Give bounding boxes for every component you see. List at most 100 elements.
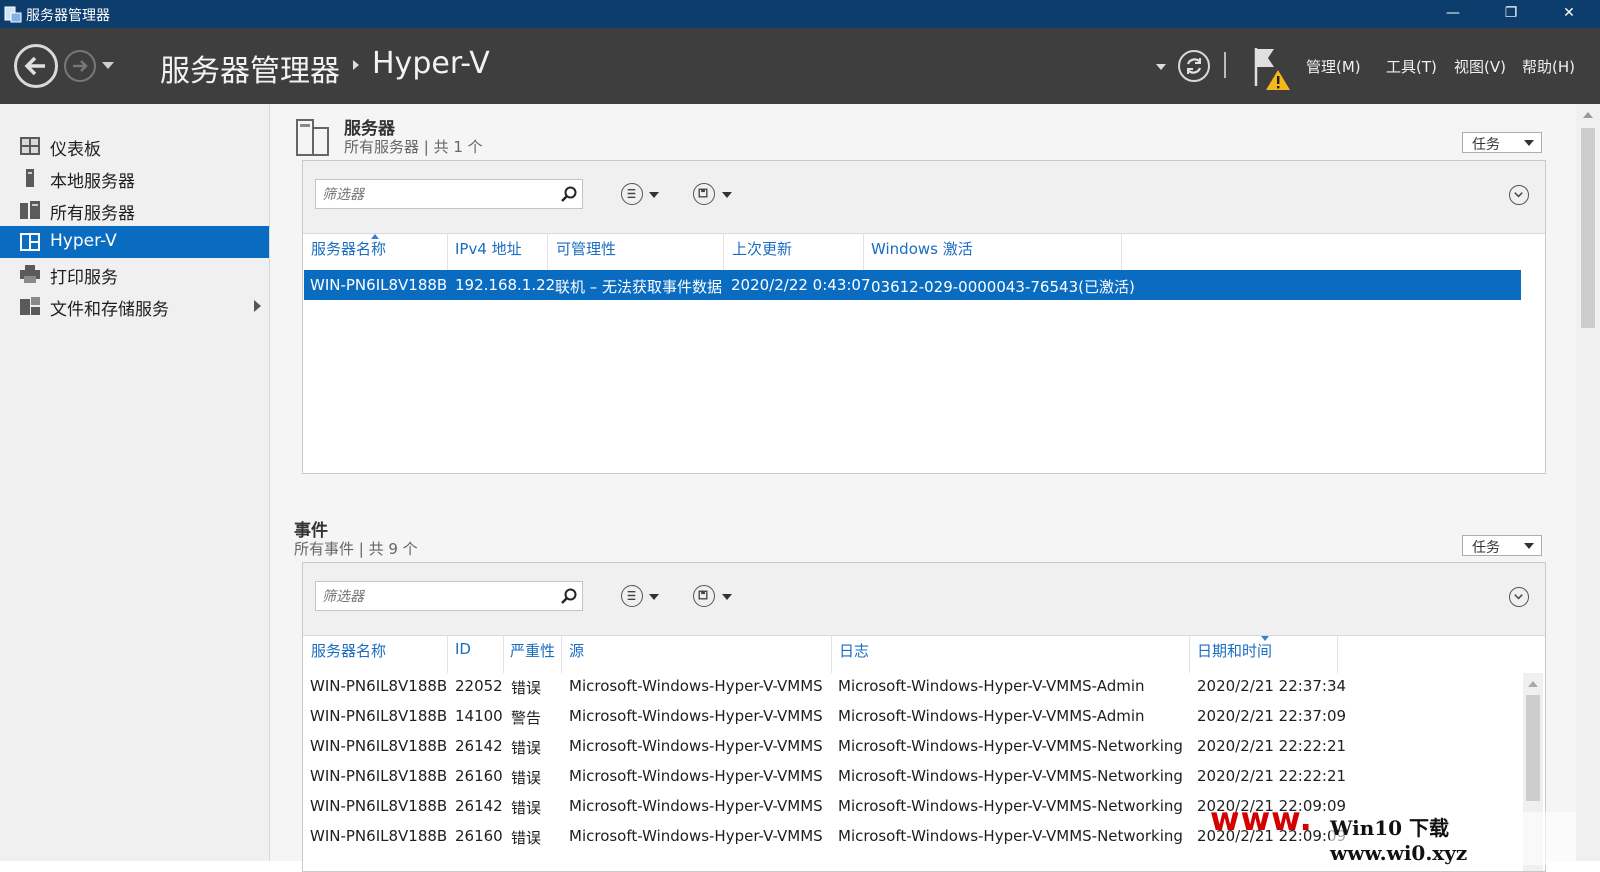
- server-manager-app-icon: [4, 6, 22, 23]
- cell-date-time: 2020/2/21 22:22:21: [1197, 737, 1347, 755]
- hyperv-icon: [20, 233, 40, 251]
- cell-log: Microsoft-Windows-Hyper-V-VMMS-Networkin…: [838, 737, 1183, 755]
- cell-log: Microsoft-Windows-Hyper-V-VMMS-Admin: [838, 707, 1145, 725]
- back-arrow-icon: [24, 56, 45, 76]
- column-header-log[interactable]: 日志: [839, 640, 869, 661]
- scrollbar-thumb[interactable]: [1526, 695, 1540, 801]
- title-bar: 服务器管理器 — ❐ ✕: [0, 0, 1600, 28]
- column-header-severity[interactable]: 严重性: [510, 640, 555, 661]
- sidebar-item-file-storage[interactable]: 文件和存储服务: [0, 290, 269, 322]
- list-options-dropdown-icon[interactable]: [649, 192, 659, 198]
- sidebar-item-local-server[interactable]: 本地服务器: [0, 162, 269, 194]
- sidebar-item-hyperv[interactable]: Hyper-V: [0, 226, 269, 258]
- cell-server-name: WIN-PN6IL8V188B: [310, 737, 448, 755]
- sidebar-item-label: 文件和存储服务: [50, 300, 169, 320]
- search-icon[interactable]: [560, 587, 578, 605]
- minimize-button[interactable]: —: [1424, 0, 1482, 28]
- column-divider: [447, 635, 448, 673]
- main-content: 服务器 所有服务器 | 共 1 个 任务 筛选器 服务器名称 IPv4 地址 可…: [270, 104, 1576, 872]
- server-row-selected[interactable]: WIN-PN6IL8V188B 192.168.1.22 联机 – 无法获取事件…: [304, 270, 1521, 300]
- menu-help[interactable]: 帮助(H): [1522, 56, 1575, 77]
- list-options-icon[interactable]: [621, 183, 643, 205]
- refresh-icon: [1186, 58, 1202, 74]
- expand-collapse-button[interactable]: [1509, 185, 1529, 205]
- breadcrumb-separator-icon: [353, 60, 359, 70]
- servers-filter-box[interactable]: [315, 179, 583, 210]
- column-header-id[interactable]: ID: [455, 640, 471, 658]
- sidebar-item-label: 仪表板: [50, 140, 101, 160]
- cell-server-name: WIN-PN6IL8V188B: [310, 827, 448, 845]
- column-divider: [547, 233, 548, 271]
- expand-submenu-icon[interactable]: [254, 300, 261, 312]
- events-tasks-button[interactable]: 任务: [1462, 535, 1542, 556]
- list-options-icon[interactable]: [621, 585, 643, 607]
- scroll-up-icon[interactable]: [1583, 112, 1593, 118]
- column-header-source[interactable]: 源: [569, 640, 584, 661]
- list-icon: [627, 590, 636, 601]
- column-divider: [1189, 635, 1190, 673]
- notifications-flag-warning-icon[interactable]: [1252, 46, 1292, 90]
- list-options-dropdown-icon[interactable]: [649, 594, 659, 600]
- cell-severity: 错误: [511, 739, 542, 757]
- column-header-manageability[interactable]: 可管理性: [556, 238, 616, 259]
- cell-manageability: 联机 – 无法获取事件数据: [555, 278, 723, 296]
- cell-server-name: WIN-PN6IL8V188B: [310, 797, 448, 815]
- column-header-last-update[interactable]: 上次更新: [732, 238, 792, 259]
- page-scrollbar[interactable]: [1576, 104, 1600, 861]
- toolbar-divider: [1224, 52, 1226, 78]
- column-header-ipv4[interactable]: IPv4 地址: [455, 238, 522, 259]
- search-icon[interactable]: [560, 185, 578, 203]
- cell-severity: 错误: [511, 799, 542, 817]
- menu-view[interactable]: 视图(V): [1454, 56, 1506, 77]
- column-header-windows-activation[interactable]: Windows 激活: [871, 238, 973, 259]
- column-divider: [831, 635, 832, 673]
- history-dropdown-icon[interactable]: [102, 62, 114, 69]
- cell-source: Microsoft-Windows-Hyper-V-VMMS: [569, 677, 823, 695]
- refresh-button[interactable]: [1178, 50, 1210, 82]
- save-query-dropdown-icon[interactable]: [722, 192, 732, 198]
- cell-id: 26160: [455, 767, 503, 785]
- save-query-icon[interactable]: [693, 585, 715, 607]
- close-button[interactable]: ✕: [1540, 0, 1598, 28]
- event-row[interactable]: WIN-PN6IL8V188B 22052 错误 Microsoft-Windo…: [303, 671, 1503, 700]
- sidebar-item-dashboard[interactable]: 仪表板: [0, 130, 269, 162]
- forward-button[interactable]: [64, 50, 96, 82]
- menu-tools[interactable]: 工具(T): [1386, 56, 1437, 77]
- expand-collapse-button[interactable]: [1509, 587, 1529, 607]
- watermark-text: Win10 下载 www.wi0.xyz: [1330, 812, 1576, 865]
- restore-button[interactable]: ❐: [1482, 0, 1540, 28]
- refresh-dropdown-icon[interactable]: [1156, 64, 1166, 70]
- event-row[interactable]: WIN-PN6IL8V188B 14100 警告 Microsoft-Windo…: [303, 701, 1503, 730]
- column-divider: [863, 233, 864, 271]
- sidebar-item-label: 本地服务器: [50, 172, 135, 192]
- column-header-server-name[interactable]: 服务器名称: [311, 238, 386, 259]
- servers-panel: 服务器名称 IPv4 地址 可管理性 上次更新 Windows 激活 WIN-P…: [302, 160, 1546, 474]
- column-divider: [503, 635, 504, 673]
- menu-manage[interactable]: 管理(M): [1306, 56, 1361, 77]
- cell-server-name: WIN-PN6IL8V188B: [310, 276, 448, 294]
- scrollbar-thumb[interactable]: [1581, 128, 1595, 328]
- column-header-date-time[interactable]: 日期和时间: [1197, 640, 1272, 661]
- floppy-icon: [698, 188, 708, 198]
- breadcrumb-root[interactable]: 服务器管理器: [160, 46, 340, 90]
- events-filter-input[interactable]: [316, 582, 560, 612]
- sidebar-item-print-services[interactable]: 打印服务: [0, 258, 269, 290]
- save-query-icon[interactable]: [693, 183, 715, 205]
- column-divider: [723, 233, 724, 271]
- column-header-server-name[interactable]: 服务器名称: [311, 640, 386, 661]
- events-filter-box[interactable]: [315, 581, 583, 612]
- floppy-icon: [698, 590, 708, 600]
- cell-severity: 错误: [511, 829, 542, 847]
- watermark-site: www.: [1210, 800, 1313, 838]
- events-toolbar: [303, 563, 1545, 636]
- sidebar-item-all-servers[interactable]: 所有服务器: [0, 194, 269, 226]
- save-query-dropdown-icon[interactable]: [722, 594, 732, 600]
- back-button[interactable]: [14, 44, 58, 88]
- cell-id: 26142: [455, 797, 503, 815]
- column-divider: [447, 233, 448, 271]
- event-row[interactable]: WIN-PN6IL8V188B 26142 错误 Microsoft-Windo…: [303, 731, 1503, 760]
- scroll-up-icon[interactable]: [1528, 681, 1538, 687]
- servers-filter-input[interactable]: [316, 180, 560, 210]
- event-row[interactable]: WIN-PN6IL8V188B 26160 错误 Microsoft-Windo…: [303, 761, 1503, 790]
- servers-tasks-button[interactable]: 任务: [1462, 132, 1542, 153]
